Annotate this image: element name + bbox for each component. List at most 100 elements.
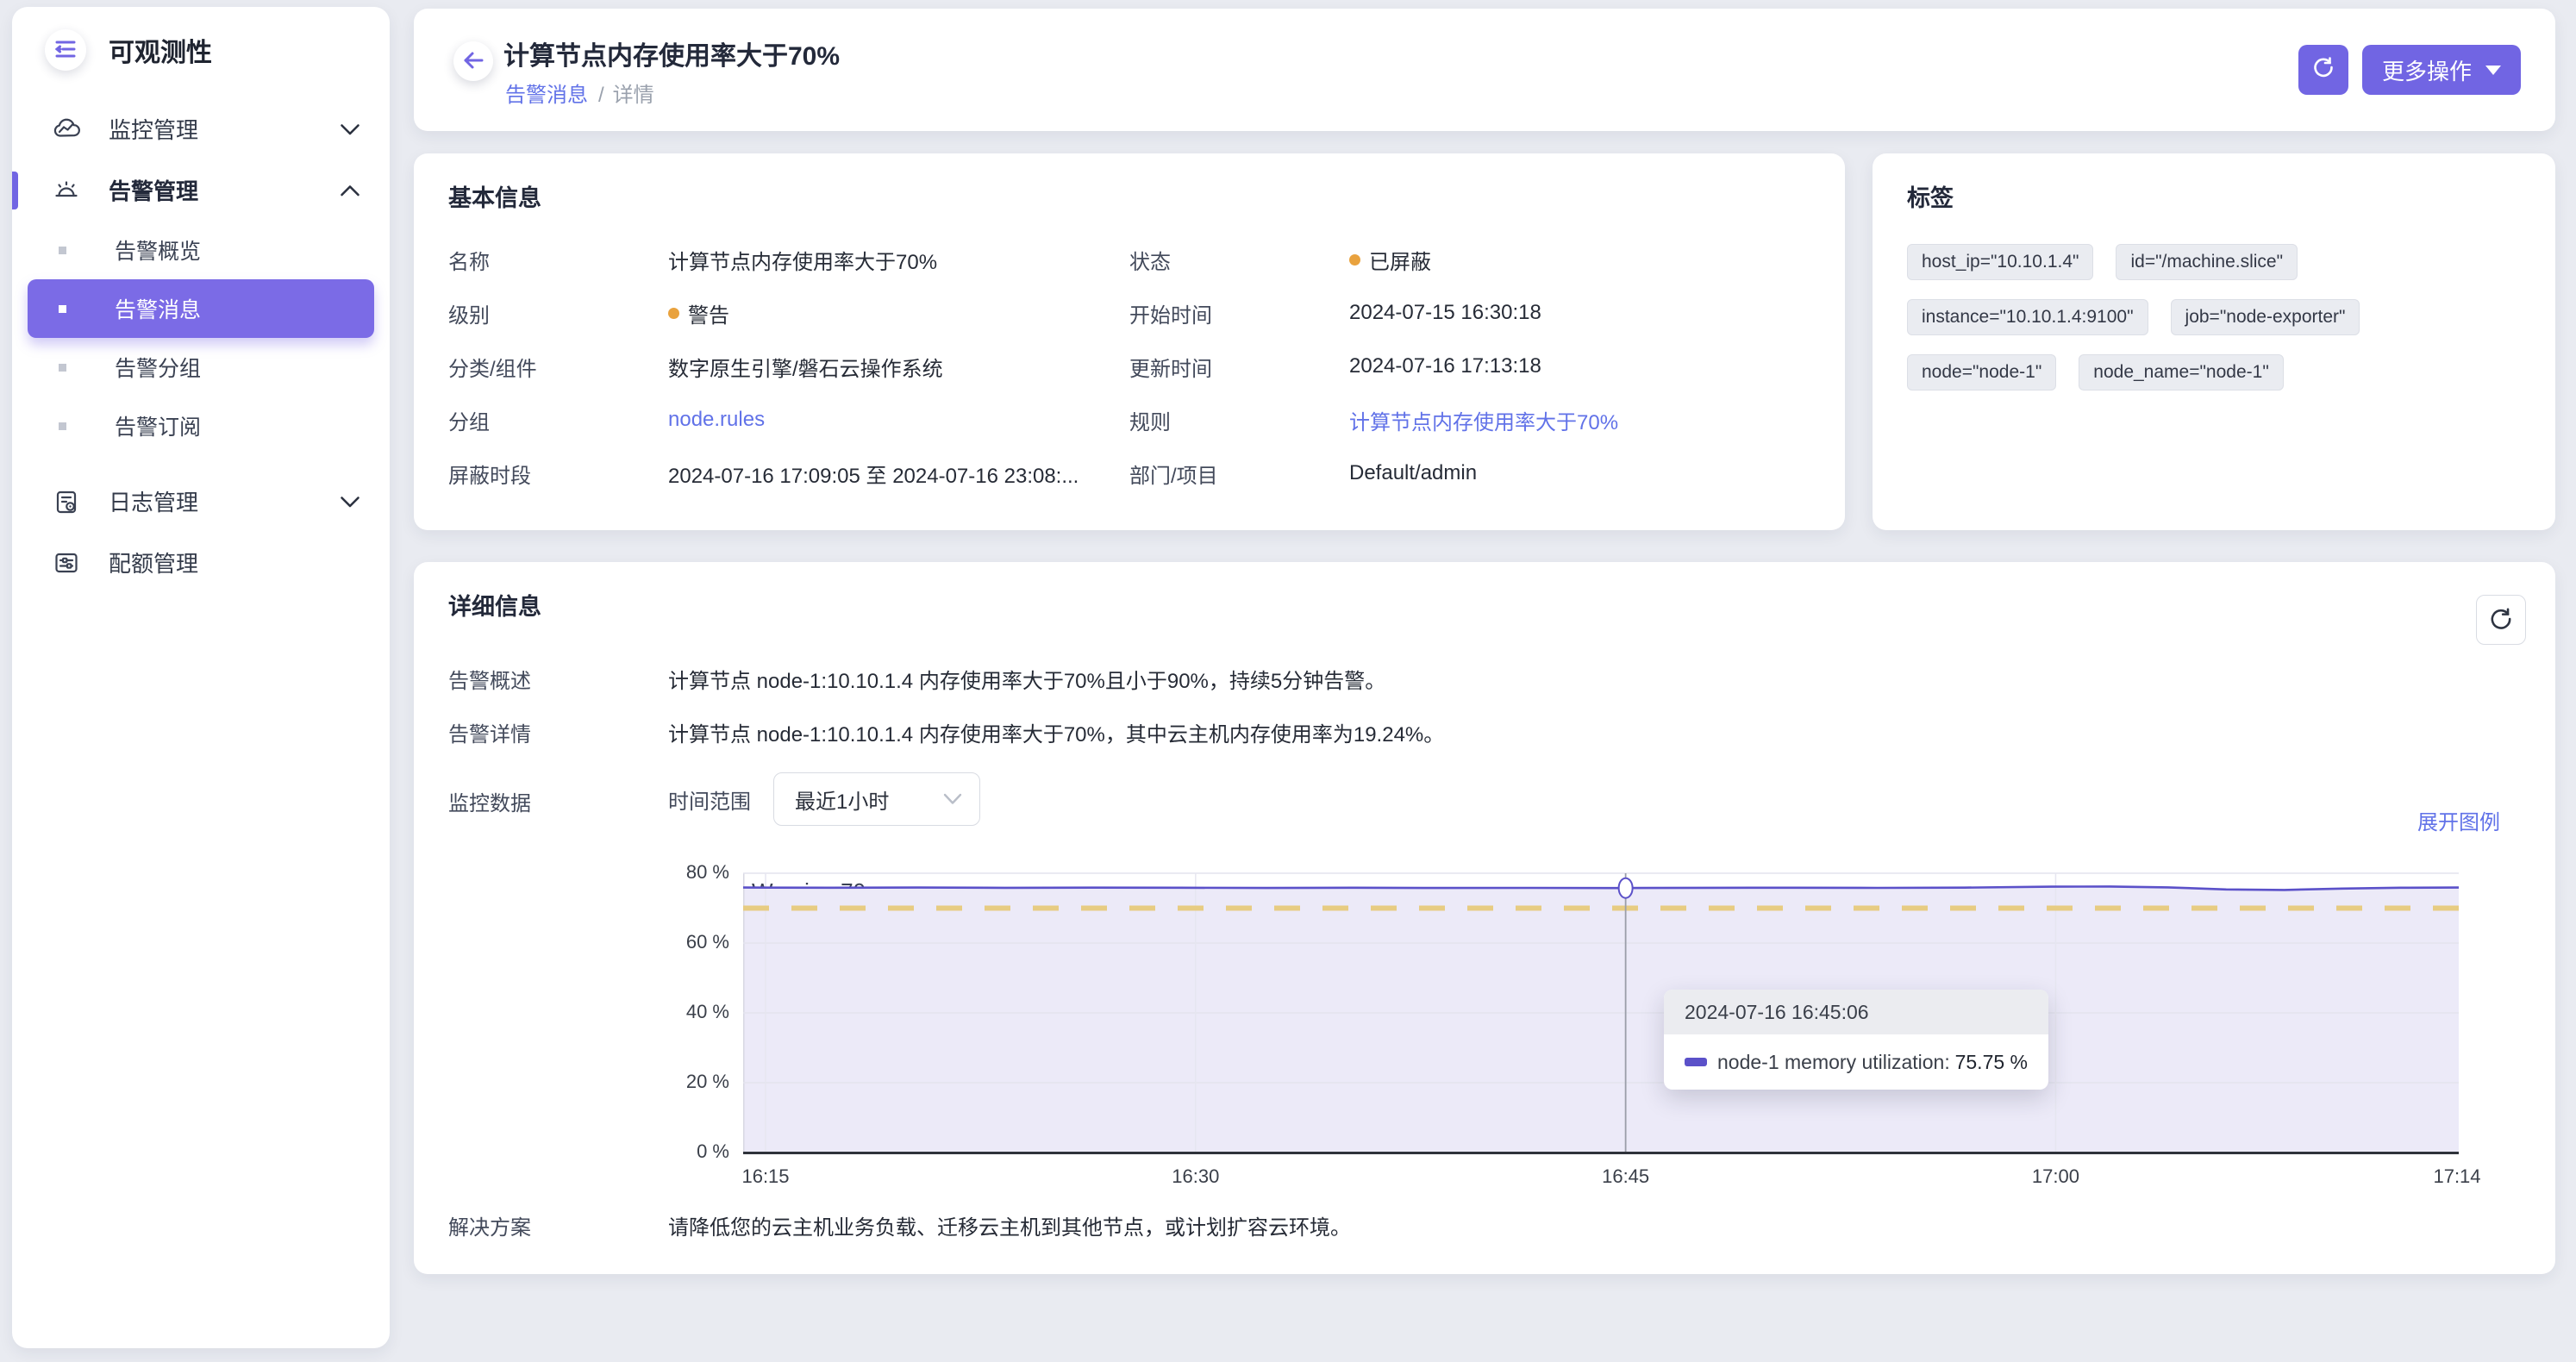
field-row-status: 状态已屏蔽 [1129,233,1810,286]
field-row-department-project: 部门/项目Default/admin [1129,447,1810,500]
sidebar-subitem-alert-messages[interactable]: 告警消息 [28,279,374,338]
back-button[interactable] [453,41,493,81]
back-arrow-icon [462,49,485,74]
sidebar-subitem-label: 告警消息 [115,293,201,324]
sidebar-item-quota[interactable]: 配额管理 [22,532,379,593]
sidebar-subitem-alert-groups[interactable]: 告警分组 [28,338,374,397]
field-label: 状态 [1129,245,1349,275]
page-title: 计算节点内存使用率大于70% [503,34,840,72]
field-value-link[interactable]: node.rules [668,408,765,432]
alert-detail-label: 告警详情 [448,717,668,747]
alert-detail-value: 计算节点 node-1:10.10.1.4 内存使用率大于70%，其中云主机内存… [668,717,1444,747]
cloud-monitor-icon [52,115,81,144]
more-actions-label: 更多操作 [2382,54,2472,86]
field-label: 级别 [448,298,668,328]
expand-legend-link[interactable]: 展开图例 [2417,805,2500,835]
y-tick-label: 60 % [643,931,729,953]
monitor-data-label: 监控数据 [448,772,668,816]
field-label: 部门/项目 [1129,459,1349,489]
status-dot-icon [668,308,679,319]
field-value: Default/admin [1349,461,1477,485]
tag-chip: node="node-1" [1907,354,2056,390]
alert-summary-label: 告警概述 [448,664,668,694]
sidebar-item-logs[interactable]: 日志管理 [22,471,379,532]
quota-icon [52,548,81,578]
tooltip-timestamp: 2024-07-16 16:45:06 [1664,990,2048,1034]
sidebar: 可观测性 监控管理告警管理告警概览告警消息告警分组告警订阅日志管理配额管理 [12,7,390,1348]
sidebar-header: 可观测性 [45,26,369,74]
monitor-data-row: 监控数据 时间范围 最近1小时 [448,772,980,826]
sidebar-item-monitoring[interactable]: 监控管理 [22,98,379,159]
field-value: 计算节点内存使用率大于70% [668,245,937,275]
breadcrumb: 告警消息 / 详情 [505,78,654,108]
field-row-start-time: 开始时间2024-07-15 16:30:18 [1129,286,1810,340]
info-column: 名称计算节点内存使用率大于70%级别警告分类/组件数字原生引擎/磐石云操作系统分… [448,233,1129,500]
time-range-value: 最近1小时 [795,784,889,815]
series-color-swatch [1685,1058,1707,1066]
sidebar-item-label: 日志管理 [109,485,198,517]
basic-info-grid: 名称计算节点内存使用率大于70%级别警告分类/组件数字原生引擎/磐石云操作系统分… [448,233,1810,500]
time-range-select[interactable]: 最近1小时 [773,772,980,826]
tag-chip: job="node-exporter" [2171,299,2360,335]
chart-x-axis-line [743,1152,2459,1154]
x-tick-label: 16:30 [1172,1165,1219,1188]
detail-title: 详细信息 [448,588,541,622]
time-range-label: 时间范围 [668,784,751,815]
tags-title: 标签 [1907,179,2521,213]
field-row-level: 级别警告 [448,286,1129,340]
y-tick-label: 20 % [643,1071,729,1093]
field-value: 警告 [668,298,729,328]
refresh-icon [2488,606,2514,634]
field-row-silence-period: 屏蔽时段2024-07-16 17:09:05 至 2024-07-16 23:… [448,447,1129,500]
tag-chip: node_name="node-1" [2079,354,2284,390]
breadcrumb-current: 详情 [613,84,654,107]
tooltip-series-value: 75.75 % [1955,1051,2028,1074]
more-actions-button[interactable]: 更多操作 [2362,45,2521,95]
chevron-down-icon [943,787,962,811]
sidebar-item-alerting[interactable]: 告警管理 [22,159,379,221]
sidebar-nav: 监控管理告警管理告警概览告警消息告警分组告警订阅日志管理配额管理 [12,98,390,593]
y-tick-label: 40 % [643,1001,729,1023]
field-row-group: 分组node.rules [448,393,1129,447]
sidebar-item-label: 监控管理 [109,113,198,145]
field-value: 2024-07-16 17:09:05 至 2024-07-16 23:08:.… [668,459,1079,489]
sidebar-subitem-alert-subscriptions[interactable]: 告警订阅 [28,397,374,455]
field-row-rule: 规则计算节点内存使用率大于70% [1129,393,1810,447]
sidebar-subitem-label: 告警订阅 [115,410,201,441]
tag-chip: host_ip="10.10.1.4" [1907,244,2093,280]
collapse-menu-icon [54,38,77,63]
page-header: 计算节点内存使用率大于70% 告警消息 / 详情 更多操作 [414,9,2555,131]
sidebar-collapse-button[interactable] [45,29,86,71]
refresh-button[interactable] [2298,45,2348,95]
field-value: 2024-07-15 16:30:18 [1349,301,1541,325]
status-dot-icon [1349,254,1360,266]
field-label: 分类/组件 [448,352,668,382]
chevron-down-icon [340,488,360,515]
refresh-icon [2311,55,2335,85]
solution-row: 解决方案 请降低您的云主机业务负载、迁移云主机到其他节点，或计划扩容云环境。 [448,1210,1351,1240]
field-value: 数字原生引擎/磐石云操作系统 [668,352,943,382]
field-label: 分组 [448,405,668,435]
alert-summary-value: 计算节点 node-1:10.10.1.4 内存使用率大于70%且小于90%，持… [668,664,1385,694]
log-icon [52,487,81,516]
field-row-update-time: 更新时间2024-07-16 17:13:18 [1129,340,1810,393]
x-tick-label: 17:14 [2433,1165,2480,1188]
alarm-icon [52,176,81,205]
chevron-down-icon [340,116,360,142]
bullet-icon [59,364,66,372]
breadcrumb-parent-link[interactable]: 告警消息 [505,84,588,107]
field-value: 2024-07-16 17:13:18 [1349,354,1541,378]
chart-refresh-button[interactable] [2476,595,2526,645]
chart-plot-area[interactable]: Warning 70 [743,873,2459,1153]
field-row-category: 分类/组件数字原生引擎/磐石云操作系统 [448,340,1129,393]
active-indicator-bar [12,172,18,209]
sidebar-subitem-alert-overview[interactable]: 告警概览 [28,221,374,279]
field-value-link[interactable]: 计算节点内存使用率大于70% [1349,405,1618,435]
chart-svg [743,873,2459,1153]
solution-label: 解决方案 [448,1210,668,1240]
breadcrumb-separator: / [598,84,604,107]
field-label: 规则 [1129,405,1349,435]
field-label: 开始时间 [1129,298,1349,328]
chevron-up-icon [340,177,360,203]
field-row-name: 名称计算节点内存使用率大于70% [448,233,1129,286]
